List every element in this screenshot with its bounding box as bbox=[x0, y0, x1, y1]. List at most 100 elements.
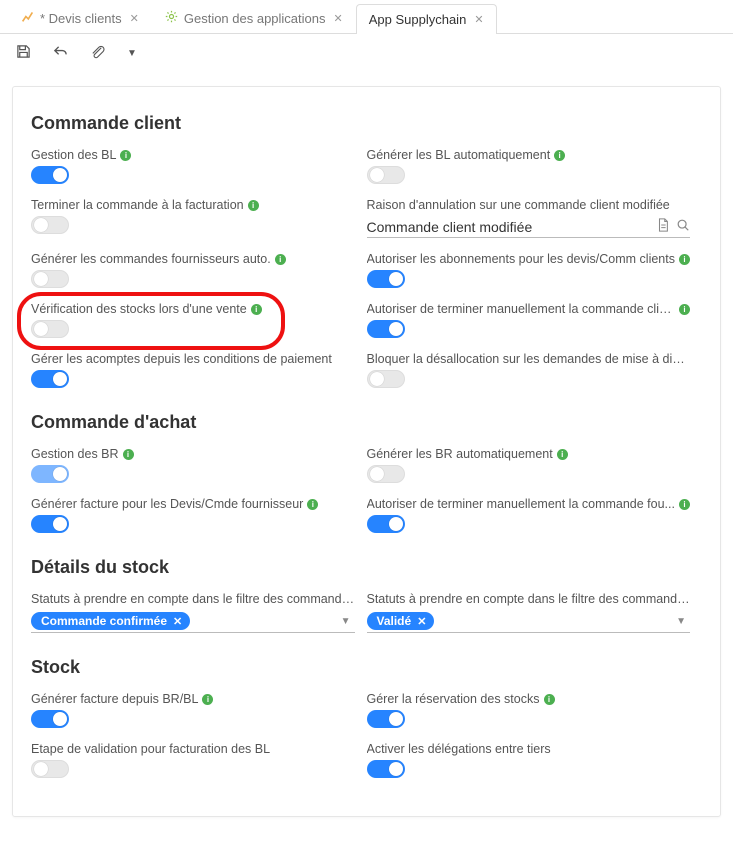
label: Raison d'annulation sur une commande cli… bbox=[367, 198, 670, 212]
toggle-gen-br-auto[interactable] bbox=[367, 465, 405, 483]
label: Autoriser les abonnements pour les devis… bbox=[367, 252, 675, 266]
label: Gérer la réservation des stocks bbox=[367, 692, 540, 706]
toggle-gerer-acomptes[interactable] bbox=[31, 370, 69, 388]
caret-down-icon[interactable]: ▼ bbox=[341, 616, 355, 627]
info-icon[interactable]: i bbox=[120, 150, 131, 161]
info-icon[interactable]: i bbox=[679, 254, 690, 265]
toggle-activer-delegations[interactable] bbox=[367, 760, 405, 778]
label: Gestion des BR bbox=[31, 447, 119, 461]
toolbar: ▼ bbox=[0, 34, 733, 72]
tab-gestion-applications[interactable]: Gestion des applications ✕ bbox=[152, 2, 356, 33]
toggle-autoriser-terminer-fournisseur[interactable] bbox=[367, 515, 405, 533]
raison-annulation-input[interactable]: Commande client modifiée bbox=[367, 216, 691, 238]
toggle-gestion-bl[interactable] bbox=[31, 166, 69, 184]
close-icon[interactable]: ✕ bbox=[474, 13, 483, 26]
chip-select-left[interactable]: Commande confirmée✕ ▼ bbox=[31, 610, 355, 633]
field-terminer-facturation: Terminer la commande à la facturationi bbox=[31, 198, 355, 234]
label: Bloquer la désallocation sur les demande… bbox=[367, 352, 691, 366]
info-icon[interactable]: i bbox=[251, 304, 262, 315]
field-statuts-right: Statuts à prendre en compte dans le filt… bbox=[367, 592, 691, 633]
toggle-gestion-br[interactable] bbox=[31, 465, 69, 483]
field-raison-annulation: Raison d'annulation sur une commande cli… bbox=[367, 198, 691, 238]
label: Vérification des stocks lors d'une vente bbox=[31, 302, 247, 316]
toggle-gen-cmd-fournisseur[interactable] bbox=[31, 270, 69, 288]
gear-icon bbox=[165, 10, 178, 26]
tab-app-supplychain[interactable]: App Supplychain ✕ bbox=[356, 4, 497, 34]
section-title-details-stock: Détails du stock bbox=[31, 557, 702, 578]
label: Générer les commandes fournisseurs auto. bbox=[31, 252, 271, 266]
field-autoriser-abonnements: Autoriser les abonnements pour les devis… bbox=[367, 252, 691, 288]
chip-remove-icon[interactable]: ✕ bbox=[417, 615, 426, 628]
toggle-verification-stocks[interactable] bbox=[31, 320, 69, 338]
field-bloquer-desallocation: Bloquer la désallocation sur les demande… bbox=[367, 352, 691, 388]
toggle-gen-bl-auto[interactable] bbox=[367, 166, 405, 184]
tab-label: Gestion des applications bbox=[184, 11, 326, 26]
attachment-icon[interactable] bbox=[90, 44, 105, 62]
label: Activer les délégations entre tiers bbox=[367, 742, 551, 756]
save-icon[interactable] bbox=[16, 44, 31, 62]
chart-icon bbox=[21, 10, 34, 26]
toggle-autoriser-abonnements[interactable] bbox=[367, 270, 405, 288]
close-icon[interactable]: ✕ bbox=[334, 12, 343, 25]
field-activer-delegations: Activer les délégations entre tiers bbox=[367, 742, 691, 778]
tab-label: App Supplychain bbox=[369, 12, 467, 27]
label: Générer facture depuis BR/BL bbox=[31, 692, 198, 706]
field-gen-facture-devis: Générer facture pour les Devis/Cmde four… bbox=[31, 497, 355, 533]
toggle-gen-facture-brbl[interactable] bbox=[31, 710, 69, 728]
document-icon[interactable] bbox=[650, 218, 670, 235]
chip-remove-icon[interactable]: ✕ bbox=[173, 615, 182, 628]
toggle-etape-validation[interactable] bbox=[31, 760, 69, 778]
toggle-bloquer-desallocation[interactable] bbox=[367, 370, 405, 388]
info-icon[interactable]: i bbox=[679, 304, 690, 315]
label: Etape de validation pour facturation des… bbox=[31, 742, 270, 756]
section-title-commande-achat: Commande d'achat bbox=[31, 412, 702, 433]
info-icon[interactable]: i bbox=[275, 254, 286, 265]
field-gen-br-auto: Générer les BR automatiquement i bbox=[367, 447, 691, 483]
info-icon[interactable]: i bbox=[557, 449, 568, 460]
undo-icon[interactable] bbox=[53, 44, 68, 62]
tab-bar: * Devis clients ✕ Gestion des applicatio… bbox=[0, 0, 733, 34]
tab-devis-clients[interactable]: * Devis clients ✕ bbox=[8, 2, 152, 33]
info-icon[interactable]: i bbox=[202, 694, 213, 705]
field-gen-bl-auto: Générer les BL automatiquementi bbox=[367, 148, 691, 184]
caret-down-icon[interactable]: ▼ bbox=[676, 616, 690, 627]
field-etape-validation: Etape de validation pour facturation des… bbox=[31, 742, 355, 778]
field-autoriser-terminer-client: Autoriser de terminer manuellement la co… bbox=[367, 302, 691, 338]
label: Statuts à prendre en compte dans le filt… bbox=[367, 592, 691, 606]
main-panel: Commande client Gestion des BL i Générer … bbox=[12, 86, 721, 817]
label: Générer les BR automatiquement bbox=[367, 447, 553, 461]
field-gerer-reservation: Gérer la réservation des stocks i bbox=[367, 692, 691, 728]
chip-select-right[interactable]: Validé✕ ▼ bbox=[367, 610, 691, 633]
field-gerer-acomptes: Gérer les acomptes depuis les conditions… bbox=[31, 352, 355, 388]
info-icon[interactable]: i bbox=[679, 499, 690, 510]
caret-down-icon[interactable]: ▼ bbox=[127, 48, 137, 59]
field-verification-stocks: Vérification des stocks lors d'une vente… bbox=[31, 302, 355, 338]
info-icon[interactable]: i bbox=[544, 694, 555, 705]
section-title-commande-client: Commande client bbox=[31, 113, 702, 134]
info-icon[interactable]: i bbox=[248, 200, 259, 211]
input-value: Commande client modifiée bbox=[367, 219, 651, 235]
field-gen-cmd-fournisseur: Générer les commandes fournisseurs auto.… bbox=[31, 252, 355, 288]
field-gen-facture-brbl: Générer facture depuis BR/BL i bbox=[31, 692, 355, 728]
field-gestion-bl: Gestion des BL i bbox=[31, 148, 355, 184]
chip-valide[interactable]: Validé✕ bbox=[367, 612, 435, 630]
label: Gérer les acomptes depuis les conditions… bbox=[31, 352, 332, 366]
label: Générer les BL automatiquement bbox=[367, 148, 551, 162]
label: Gestion des BL bbox=[31, 148, 116, 162]
info-icon[interactable]: i bbox=[307, 499, 318, 510]
toggle-terminer-facturation[interactable] bbox=[31, 216, 69, 234]
label: Autoriser de terminer manuellement la co… bbox=[367, 497, 675, 511]
chip-commande-confirmee[interactable]: Commande confirmée✕ bbox=[31, 612, 190, 630]
label: Générer facture pour les Devis/Cmde four… bbox=[31, 497, 303, 511]
tab-label: * Devis clients bbox=[40, 11, 122, 26]
toggle-autoriser-terminer-client[interactable] bbox=[367, 320, 405, 338]
close-icon[interactable]: ✕ bbox=[130, 12, 139, 25]
search-icon[interactable] bbox=[670, 218, 690, 235]
label: Statuts à prendre en compte dans le filt… bbox=[31, 592, 355, 606]
info-icon[interactable]: i bbox=[123, 449, 134, 460]
field-statuts-left: Statuts à prendre en compte dans le filt… bbox=[31, 592, 355, 633]
field-gestion-br: Gestion des BR i bbox=[31, 447, 355, 483]
toggle-gerer-reservation[interactable] bbox=[367, 710, 405, 728]
info-icon[interactable]: i bbox=[554, 150, 565, 161]
toggle-gen-facture-devis[interactable] bbox=[31, 515, 69, 533]
